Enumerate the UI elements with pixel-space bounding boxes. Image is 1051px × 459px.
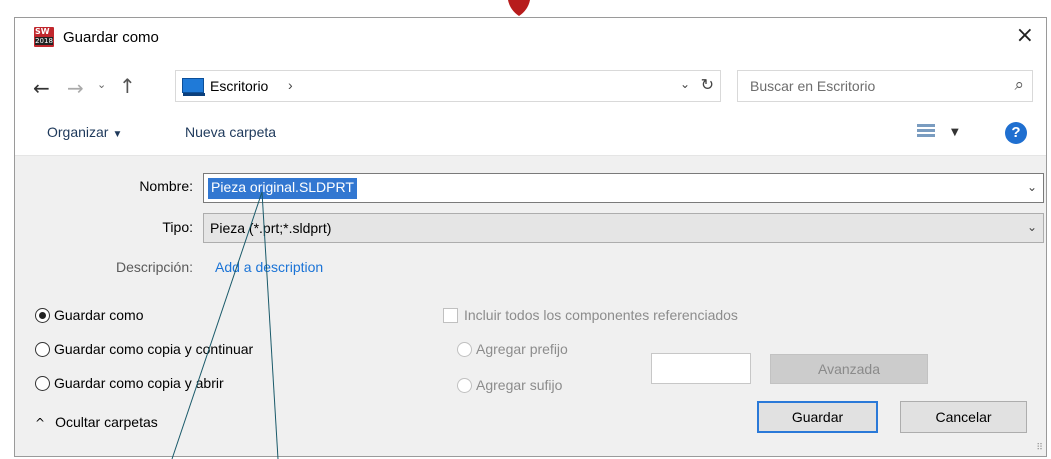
prefix-suffix-input[interactable] [651, 353, 751, 384]
title-bar: SW 2018 Guardar como × [15, 18, 1046, 58]
organize-menu-button[interactable]: Organizar ▼ [47, 124, 122, 140]
hide-folders-label: Ocultar carpetas [55, 414, 158, 430]
address-dropdown-icon[interactable]: ⌄ [680, 77, 690, 91]
search-placeholder: Buscar en Escritorio [750, 78, 876, 94]
search-input[interactable]: Buscar en Escritorio ⌕ [737, 70, 1033, 102]
help-icon[interactable]: ? [1005, 122, 1027, 144]
search-icon[interactable]: ⌕ [1014, 75, 1024, 95]
refresh-icon[interactable]: ↻ [701, 75, 714, 94]
up-arrow-icon[interactable]: ↑ [119, 74, 136, 98]
file-type-value: Pieza (*.prt;*.sldprt) [210, 220, 332, 236]
toolbar: Organizar ▼ Nueva carpeta ▼ ? [15, 116, 1046, 156]
add-prefix-radio[interactable]: Agregar prefijo [457, 341, 568, 358]
save-button[interactable]: Guardar [757, 401, 878, 433]
save-copy-continue-radio[interactable]: Guardar como copia y continuar [35, 341, 253, 358]
address-bar[interactable]: Escritorio › ⌄ ↻ [175, 70, 721, 102]
chevron-up-icon: ^ [35, 416, 46, 430]
close-icon[interactable]: × [1016, 23, 1034, 48]
view-options-icon[interactable] [917, 122, 935, 142]
annotation-marker [508, 0, 530, 16]
description-label: Descripción: [115, 259, 193, 275]
add-suffix-radio[interactable]: Agregar sufijo [457, 377, 562, 394]
navigation-bar: ← → ⌄ ↑ Escritorio › ⌄ ↻ Buscar en Escri… [15, 58, 1046, 116]
file-name-value[interactable]: Pieza original.SLDPRT [208, 178, 357, 199]
save-as-radio[interactable]: Guardar como [35, 307, 143, 324]
save-as-radio-label: Guardar como [54, 307, 144, 323]
resize-grip-icon[interactable]: ⠿ [1036, 443, 1043, 453]
include-references-label: Incluir todos los componentes referencia… [464, 307, 738, 323]
window-title: Guardar como [63, 29, 159, 46]
view-options-caret-icon[interactable]: ▼ [951, 127, 959, 138]
save-copy-open-label: Guardar como copia y abrir [54, 375, 224, 391]
include-references-checkbox[interactable]: Incluir todos los componentes referencia… [443, 307, 738, 324]
back-arrow-icon[interactable]: ← [33, 76, 50, 100]
save-copy-continue-label: Guardar como copia y continuar [54, 341, 254, 357]
save-as-dialog: SW 2018 Guardar como × ← → ⌄ ↑ Escritorio… [14, 17, 1047, 457]
checkbox-unchecked-icon[interactable] [443, 307, 458, 323]
organize-label: Organizar [47, 124, 109, 140]
radio-unselected-icon[interactable] [35, 341, 50, 357]
organize-caret-icon: ▼ [112, 129, 123, 140]
file-name-dropdown-icon[interactable]: ⌄ [1027, 180, 1037, 194]
file-type-label: Tipo: [162, 219, 193, 235]
add-prefix-label: Agregar prefijo [476, 341, 568, 357]
breadcrumb-chevron-icon[interactable]: › [288, 77, 293, 93]
save-copy-open-radio[interactable]: Guardar como copia y abrir [35, 375, 224, 392]
advanced-button[interactable]: Avanzada [770, 354, 928, 384]
address-location[interactable]: Escritorio [210, 78, 268, 94]
add-suffix-label: Agregar sufijo [476, 377, 563, 393]
radio-unselected-icon[interactable] [35, 375, 50, 391]
radio-disabled-icon[interactable] [457, 341, 472, 357]
new-folder-button[interactable]: Nueva carpeta [185, 124, 276, 140]
recent-locations-chevron-icon[interactable]: ⌄ [97, 78, 106, 91]
hide-folders-toggle[interactable]: ^ Ocultar carpetas [35, 414, 158, 430]
forward-arrow-icon[interactable]: → [67, 76, 84, 100]
radio-selected-icon[interactable] [35, 307, 50, 323]
file-type-select[interactable]: Pieza (*.prt;*.sldprt) ⌄ [203, 213, 1044, 243]
file-name-input[interactable]: Pieza original.SLDPRT ⌄ [203, 173, 1044, 203]
cancel-button[interactable]: Cancelar [900, 401, 1027, 433]
desktop-icon [182, 78, 205, 96]
add-description-link[interactable]: Add a description [215, 259, 323, 275]
file-name-label: Nombre: [139, 178, 193, 194]
radio-disabled-icon[interactable] [457, 377, 472, 393]
file-type-dropdown-icon[interactable]: ⌄ [1027, 220, 1037, 234]
solidworks-app-icon: SW 2018 [34, 27, 54, 47]
